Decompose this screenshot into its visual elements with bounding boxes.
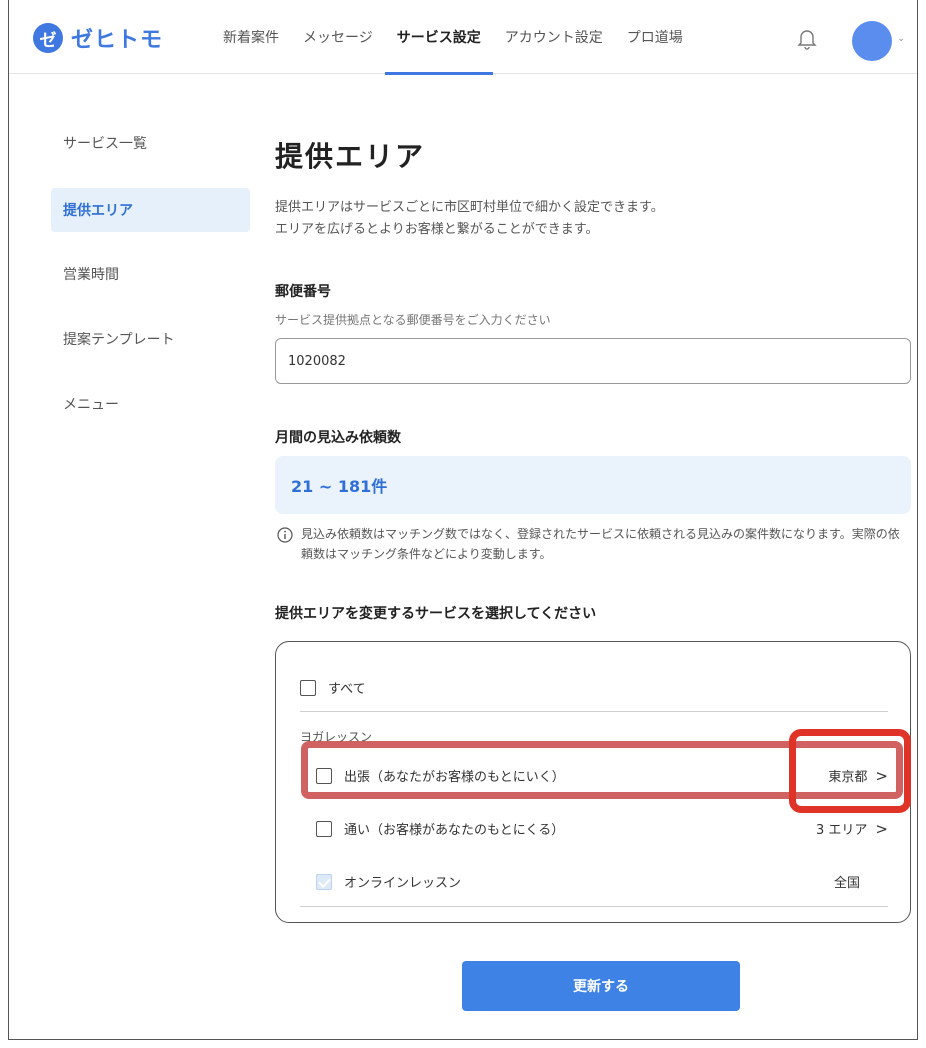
sidebar-item-service-list[interactable]: サービス一覧	[51, 121, 250, 165]
estimate-box: 21 ~ 181件	[275, 456, 911, 514]
sidebar-item-proposal-templates[interactable]: 提案テンプレート	[51, 317, 250, 361]
estimate-note-text: 見込み依頼数はマッチング数ではなく、登録されたサービスに依頼される見込みの案件数…	[301, 527, 900, 561]
service-label: 通い（お客様があなたのもとにくる）	[344, 823, 565, 838]
postal-label: 郵便番号	[275, 284, 331, 300]
area-value: 全国	[833, 876, 860, 891]
top-header: ゼ ゼヒトモ 新着案件 メッセージ サービス設定 アカウント設定 プロ道場 ⌄	[9, 0, 917, 75]
estimate-value: 21 ~ 181件	[291, 477, 388, 496]
area-link-incall[interactable]: 3 エリア >	[816, 819, 888, 839]
estimate-label: 月間の見込み依頼数	[275, 430, 401, 446]
nav-account-settings[interactable]: アカウント設定	[493, 0, 615, 74]
divider	[300, 906, 888, 907]
service-row-incall[interactable]: 通い（お客様があなたのもとにくる）	[316, 819, 564, 838]
area-value: 3 エリア	[816, 823, 868, 838]
select-all-row[interactable]: すべて	[300, 678, 366, 697]
avatar[interactable]	[852, 21, 892, 61]
page-frame: ゼ ゼヒトモ 新着案件 メッセージ サービス設定 アカウント設定 プロ道場 ⌄ …	[8, 0, 918, 1040]
page-description: 提供エリアはサービスごとに市区町村単位で細かく設定できます。 エリアを広げるとよ…	[275, 197, 664, 241]
estimate-note: 見込み依頼数はマッチング数ではなく、登録されたサービスに依頼される見込みの案件数…	[277, 524, 911, 564]
update-button[interactable]: 更新する	[462, 961, 740, 1011]
info-icon	[277, 527, 293, 543]
description-line: 提供エリアはサービスごとに市区町村単位で細かく設定できます。	[275, 200, 664, 215]
sidebar-item-business-hours[interactable]: 営業時間	[51, 252, 250, 296]
nav-new-jobs[interactable]: 新着案件	[211, 0, 291, 74]
select-all-checkbox[interactable]	[300, 679, 316, 696]
sidebar-item-menu[interactable]: メニュー	[51, 382, 250, 426]
postal-hint: サービス提供拠点となる郵便番号をご入力ください	[275, 313, 551, 327]
sidebar-item-service-area[interactable]: 提供エリア	[51, 188, 250, 232]
page-title: 提供エリア	[275, 140, 426, 173]
select-all-label: すべて	[328, 682, 366, 697]
area-value-online: 全国	[834, 872, 860, 891]
divider	[300, 711, 888, 712]
service-checkbox[interactable]	[316, 820, 332, 837]
main-nav: 新着案件 メッセージ サービス設定 アカウント設定 プロ道場	[211, 0, 695, 75]
nav-pro-dojo[interactable]: プロ道場	[615, 0, 695, 74]
chevron-right-icon: >	[875, 819, 888, 838]
nav-messages[interactable]: メッセージ	[291, 0, 385, 74]
service-label: オンラインレッスン	[344, 876, 462, 891]
bell-icon[interactable]	[797, 28, 817, 50]
nav-service-settings[interactable]: サービス設定	[384, 0, 493, 75]
service-row-online: オンラインレッスン	[316, 872, 461, 891]
highlight-area-annotation	[789, 729, 911, 813]
logo[interactable]: ゼ ゼヒトモ	[33, 22, 163, 54]
logo-text: ゼヒトモ	[71, 28, 164, 53]
services-label: 提供エリアを変更するサービスを選択してください	[275, 606, 597, 622]
description-line: エリアを広げるとよりお客様と繋がることができます。	[275, 222, 599, 237]
logo-icon: ゼ	[33, 23, 63, 53]
service-checkbox-disabled	[316, 873, 332, 890]
postal-code-input[interactable]	[275, 338, 911, 384]
chevron-down-icon[interactable]: ⌄	[897, 33, 905, 44]
